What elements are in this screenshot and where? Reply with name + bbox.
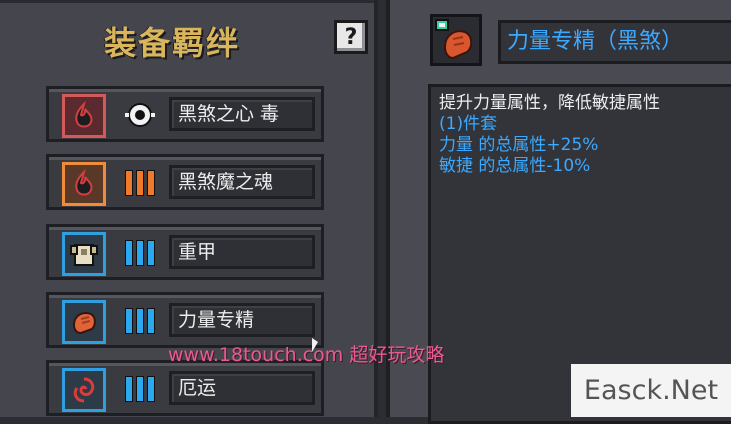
set-name: 黑煞之心 毒: [169, 97, 315, 131]
doom-swirl-icon: [62, 368, 106, 412]
description-line: 力量 的总属性+25%: [439, 135, 599, 155]
set-name: 重甲: [169, 235, 315, 269]
watermark-url: www.18touch.com 超好玩攻略: [168, 344, 445, 366]
black-flame-icon: [62, 162, 106, 206]
strength-fist-icon: [430, 14, 482, 66]
help-button[interactable]: ?: [334, 20, 368, 54]
description-line: 提升力量属性，降低敏捷属性: [439, 93, 660, 113]
set-name: 力量专精: [169, 303, 315, 337]
set-row-2[interactable]: 黑煞魔之魂: [46, 154, 324, 210]
item-name: 力量专精（黑煞）: [498, 20, 731, 64]
strength-fist-icon: [62, 300, 106, 344]
blue-bars-icon: [121, 306, 159, 336]
description-line: 敏捷 的总属性-10%: [439, 156, 591, 176]
blue-bars-icon: [121, 374, 159, 404]
skull-eye-icon: [121, 100, 159, 130]
watermark-site: Easck.Net: [571, 364, 731, 417]
set-row-1[interactable]: 黑煞之心 毒: [46, 86, 324, 142]
heavy-armor-icon: [62, 232, 106, 276]
blue-bars-icon: [121, 238, 159, 268]
black-flame-icon: [62, 94, 106, 138]
set-name: 厄运: [169, 371, 315, 405]
set-row-5[interactable]: 厄运: [46, 360, 324, 416]
description-line: (1)件套: [439, 114, 498, 134]
set-name: 黑煞魔之魂: [169, 165, 315, 199]
mouse-cursor-icon: [312, 338, 318, 352]
orange-bars-icon: [121, 168, 159, 198]
set-row-3[interactable]: 重甲: [46, 224, 324, 280]
panel-title: 装备羁绊: [104, 24, 241, 62]
